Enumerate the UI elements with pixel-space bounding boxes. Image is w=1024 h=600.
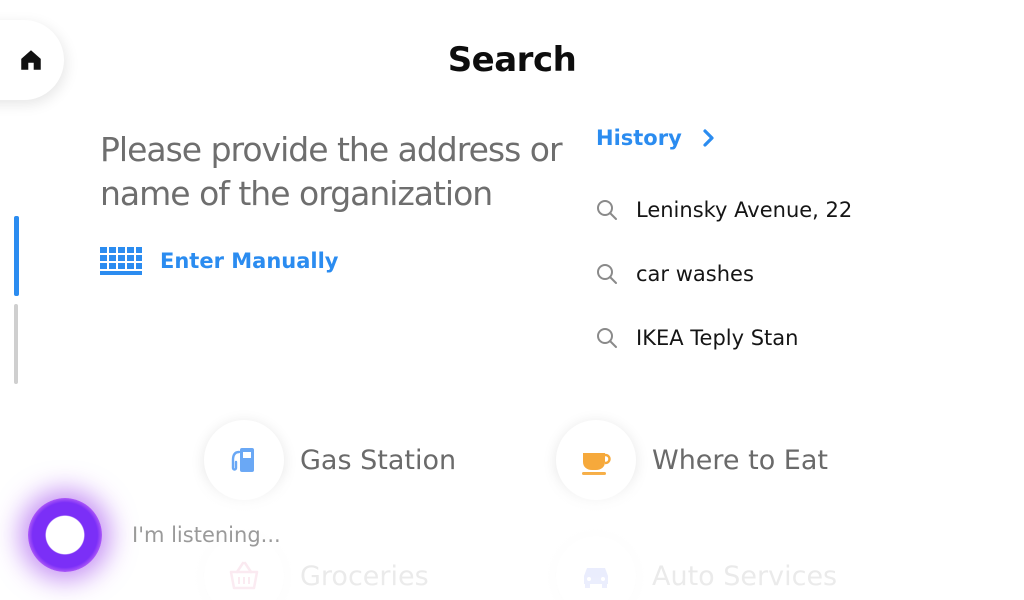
scroll-indicator-track: [14, 304, 18, 384]
category-icon-circle: [204, 420, 284, 500]
category-label: Where to Eat: [652, 444, 829, 476]
history-title: History: [596, 126, 682, 150]
keyboard-icon: [100, 247, 142, 275]
history-item[interactable]: car washes: [596, 242, 852, 306]
category-icon-circle: [556, 536, 636, 600]
basket-icon: [229, 561, 259, 590]
history-item-label: car washes: [636, 262, 754, 286]
category-where-to-eat[interactable]: Where to Eat: [556, 420, 828, 500]
gas-station-icon: [231, 448, 254, 472]
search-icon: [597, 264, 617, 284]
category-label: Auto Services: [652, 560, 838, 592]
car-icon: [584, 568, 608, 588]
category-label: Groceries: [300, 560, 429, 592]
enter-manually-label: Enter Manually: [160, 249, 339, 273]
category-label: Gas Station: [300, 444, 457, 476]
history-list: Leninsky Avenue, 22 car washes IKEA Tepl…: [596, 178, 852, 370]
history-item[interactable]: Leninsky Avenue, 22: [596, 178, 852, 242]
enter-manually-button[interactable]: Enter Manually: [100, 246, 338, 276]
search-prompt: Please provide the address or name of th…: [100, 130, 563, 213]
voice-assistant-button[interactable]: [28, 498, 102, 572]
category-icon-circle: [556, 420, 636, 500]
chevron-right-icon: [703, 129, 714, 147]
category-auto-services[interactable]: Auto Services: [556, 536, 837, 600]
history-item[interactable]: IKEA Teply Stan: [596, 306, 852, 370]
search-icon: [597, 328, 617, 348]
category-gas-station[interactable]: Gas Station: [204, 420, 456, 500]
history-item-label: Leninsky Avenue, 22: [636, 198, 853, 222]
scroll-indicator-active[interactable]: [14, 216, 19, 296]
history-link[interactable]: History: [596, 126, 716, 150]
cup-icon: [582, 453, 611, 475]
assistant-status: I'm listening...: [132, 523, 281, 547]
history-item-label: IKEA Teply Stan: [636, 326, 799, 350]
search-screen: Search Please provide the address or nam…: [0, 0, 1024, 600]
page-title: Search: [447, 40, 577, 80]
search-icon: [597, 200, 617, 220]
